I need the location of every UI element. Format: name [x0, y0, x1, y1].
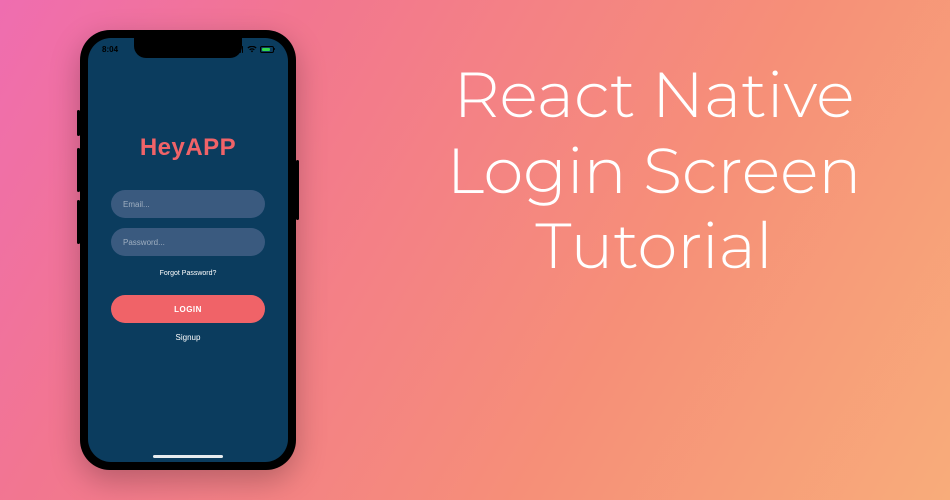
battery-icon	[260, 46, 274, 53]
headline-line: React Native	[388, 58, 920, 134]
phone-side-button	[77, 110, 80, 136]
wifi-icon	[247, 46, 257, 53]
signup-link[interactable]: Signup	[176, 333, 201, 342]
password-field[interactable]	[111, 228, 265, 256]
login-screen: HeyAPP Forgot Password? LOGIN Signup	[88, 38, 288, 462]
phone-side-button	[296, 160, 299, 220]
email-field[interactable]	[111, 190, 265, 218]
phone-side-button	[77, 200, 80, 244]
page-title: React Native Login Screen Tutorial	[388, 58, 920, 285]
phone-side-button	[77, 148, 80, 192]
phone-notch	[134, 38, 242, 58]
headline-line: Login Screen	[388, 134, 920, 210]
status-time: 8:04	[102, 45, 118, 54]
headline-line: Tutorial	[388, 209, 920, 285]
phone-device: 8:04 HeyAPP Forgot Password? LOGIN Signu…	[80, 30, 296, 470]
forgot-password-link[interactable]: Forgot Password?	[160, 270, 217, 277]
app-logo: HeyAPP	[140, 134, 236, 162]
phone-screen: 8:04 HeyAPP Forgot Password? LOGIN Signu…	[88, 38, 288, 462]
login-button[interactable]: LOGIN	[111, 295, 265, 323]
home-indicator	[153, 455, 223, 458]
